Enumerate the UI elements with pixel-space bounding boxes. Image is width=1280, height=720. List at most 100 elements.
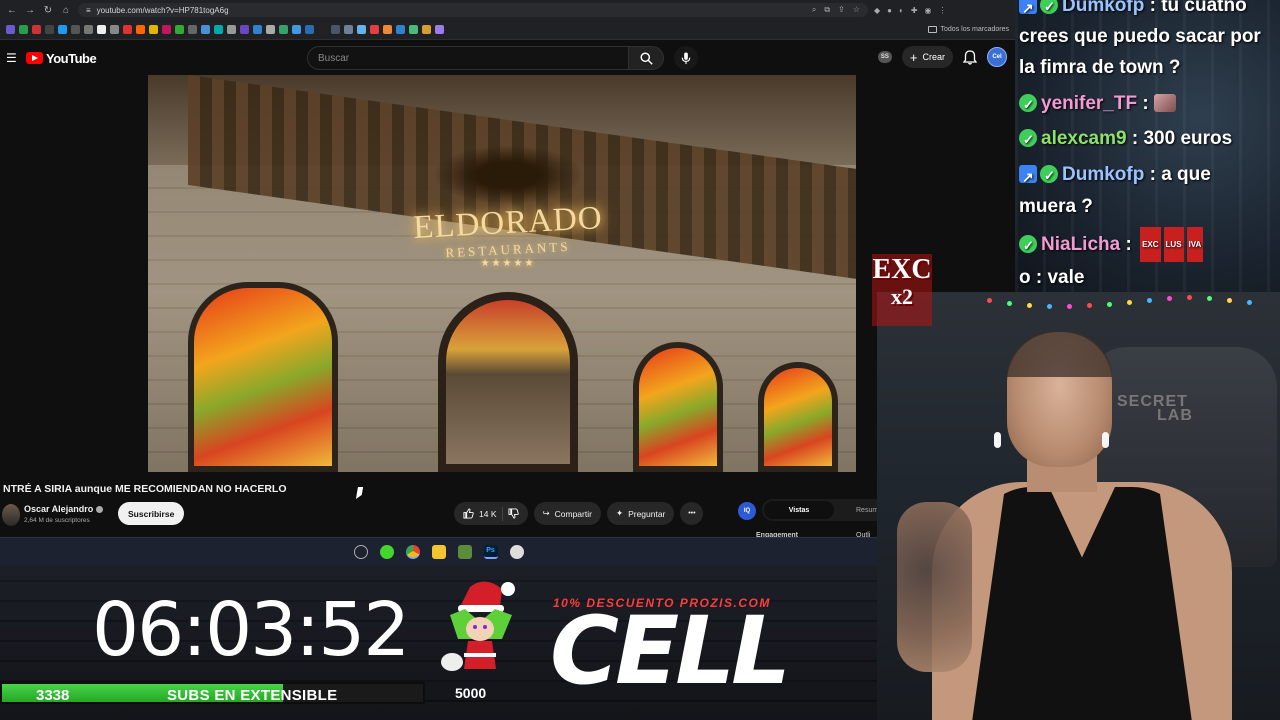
all-bookmarks-folder[interactable]: Todos los marcadores: [927, 26, 1009, 33]
chat-message: Dumkofp : a que: [1019, 159, 1279, 193]
address-bar[interactable]: ≡ youtube.com/watch?v=HP781togA6g ⌕ ⧉ ⇪ …: [78, 3, 868, 17]
site-info-icon[interactable]: ≡: [86, 6, 91, 15]
bookmark-icon[interactable]: [383, 25, 392, 34]
bookmark-icon[interactable]: [84, 25, 93, 34]
bookmark-icon[interactable]: [201, 25, 210, 34]
bookmark-icon[interactable]: [422, 25, 431, 34]
puzzle-icon[interactable]: ✚: [911, 6, 918, 15]
bookmark-icon[interactable]: [19, 25, 28, 34]
channel-name-wrap[interactable]: Oscar Alejandro: [24, 504, 104, 514]
search-button[interactable]: [628, 46, 664, 70]
photoshop-icon[interactable]: Ps: [483, 544, 498, 559]
emote-icon: [1153, 94, 1176, 112]
account-avatar[interactable]: Cel: [987, 47, 1007, 67]
profile-icon[interactable]: ◉: [925, 6, 932, 15]
bookmark-icon[interactable]: [344, 25, 353, 34]
search-input[interactable]: [307, 46, 628, 70]
extension-icon[interactable]: ◐: [899, 6, 904, 15]
voice-search-button[interactable]: [674, 46, 698, 70]
chair-logo: SECRET LAB: [1117, 394, 1193, 424]
bookmark-icon[interactable]: [32, 25, 41, 34]
bookmark-icon[interactable]: [331, 25, 340, 34]
brand-logo-text: CELL: [550, 597, 791, 706]
emote-iva: IVA: [1186, 227, 1204, 262]
zoom-icon[interactable]: ⌕: [812, 5, 816, 15]
ask-button[interactable]: ✦ Preguntar: [606, 502, 675, 525]
verified-badge-icon: [1019, 124, 1037, 155]
extensions-area: ◆ ● ◐ ✚ ◉ ⋮: [874, 6, 947, 15]
create-button[interactable]: + Crear: [901, 46, 953, 68]
bell-icon[interactable]: [963, 49, 977, 65]
menu-icon[interactable]: ☰: [6, 51, 20, 65]
bookmark-icon[interactable]: [253, 25, 262, 34]
analytics-logo[interactable]: IQ: [738, 502, 756, 520]
obs-icon[interactable]: [509, 544, 524, 559]
bookmark-icon[interactable]: [188, 25, 197, 34]
chrome-icon[interactable]: [405, 544, 420, 559]
bookmark-icon[interactable]: [318, 25, 327, 34]
channel-avatar[interactable]: [2, 504, 20, 526]
bookmark-icon[interactable]: [227, 25, 236, 34]
razer-icon[interactable]: [379, 544, 394, 559]
thumbs-down-icon[interactable]: [507, 508, 519, 519]
chat-username[interactable]: NiaLicha: [1041, 234, 1120, 255]
bookmark-star-icon[interactable]: ☆: [853, 5, 860, 15]
bookmark-icon[interactable]: [123, 25, 132, 34]
more-actions-button[interactable]: •••: [680, 502, 704, 525]
bookmark-icon[interactable]: [110, 25, 119, 34]
bookmark-icon[interactable]: [357, 25, 366, 34]
extension-icon[interactable]: ●: [887, 6, 892, 15]
install-icon[interactable]: ⧉: [824, 5, 830, 15]
folder-icon[interactable]: [431, 544, 446, 559]
back-icon[interactable]: ←: [6, 5, 18, 16]
share-page-icon[interactable]: ⇪: [838, 5, 845, 15]
like-button[interactable]: 14 K: [463, 508, 497, 519]
subscribe-button[interactable]: Suscribirse: [118, 502, 185, 525]
bookmark-icon[interactable]: [396, 25, 405, 34]
video-scene-window: [758, 362, 838, 472]
bookmark-icon[interactable]: [97, 25, 106, 34]
emote-exc: EXC: [1140, 227, 1161, 262]
tab-resumen[interactable]: Resum: [856, 507, 878, 514]
chat-username[interactable]: yenifer_TF: [1041, 93, 1137, 114]
chat-username[interactable]: Dumkofp: [1062, 164, 1144, 185]
bookmark-icon[interactable]: [370, 25, 379, 34]
bookmark-icon[interactable]: [214, 25, 223, 34]
chat-username[interactable]: alexcam9: [1041, 128, 1127, 149]
bookmark-icon[interactable]: [409, 25, 418, 34]
ss-extension-badge[interactable]: SS: [877, 51, 892, 63]
bookmark-icon[interactable]: [58, 25, 67, 34]
youtube-logo[interactable]: YouTube: [26, 51, 97, 66]
bookmark-icon[interactable]: [45, 25, 54, 34]
bookmark-icon[interactable]: [175, 25, 184, 34]
minecraft-icon[interactable]: [457, 544, 472, 559]
share-button[interactable]: ↪ Compartir: [533, 502, 601, 525]
chat-message: yenifer_TF :: [1019, 88, 1279, 120]
channel-name: Oscar Alejandro: [24, 504, 94, 514]
light-dot: [1107, 302, 1112, 307]
chat-username[interactable]: Dumkofp: [1062, 0, 1144, 16]
bookmark-icon[interactable]: [266, 25, 275, 34]
bookmark-icon[interactable]: [305, 25, 314, 34]
chat-message: NiaLicha : EXCLUSIVA: [1019, 227, 1279, 262]
forward-icon[interactable]: →: [24, 5, 36, 16]
bookmark-icon[interactable]: [162, 25, 171, 34]
earbud-icon: [1102, 432, 1109, 448]
bookmark-icon[interactable]: [6, 25, 15, 34]
video-player[interactable]: ELDORADO RESTAURANTS ★★★★★: [148, 75, 856, 472]
extension-icon[interactable]: ◆: [874, 6, 880, 15]
app-icon[interactable]: [353, 544, 368, 559]
home-icon[interactable]: ⌂: [60, 5, 72, 16]
bookmark-icon[interactable]: [71, 25, 80, 34]
light-dot: [1047, 304, 1052, 309]
bookmark-icon[interactable]: [435, 25, 444, 34]
bookmark-icon[interactable]: [149, 25, 158, 34]
bookmark-icon[interactable]: [292, 25, 301, 34]
verified-badge-icon: [1040, 0, 1058, 22]
menu-dots-icon[interactable]: ⋮: [939, 6, 947, 15]
bookmark-icon[interactable]: [136, 25, 145, 34]
reload-icon[interactable]: ↻: [42, 5, 54, 16]
bookmark-icon[interactable]: [240, 25, 249, 34]
tab-vistas[interactable]: Vistas: [764, 501, 834, 519]
bookmark-icon[interactable]: [279, 25, 288, 34]
